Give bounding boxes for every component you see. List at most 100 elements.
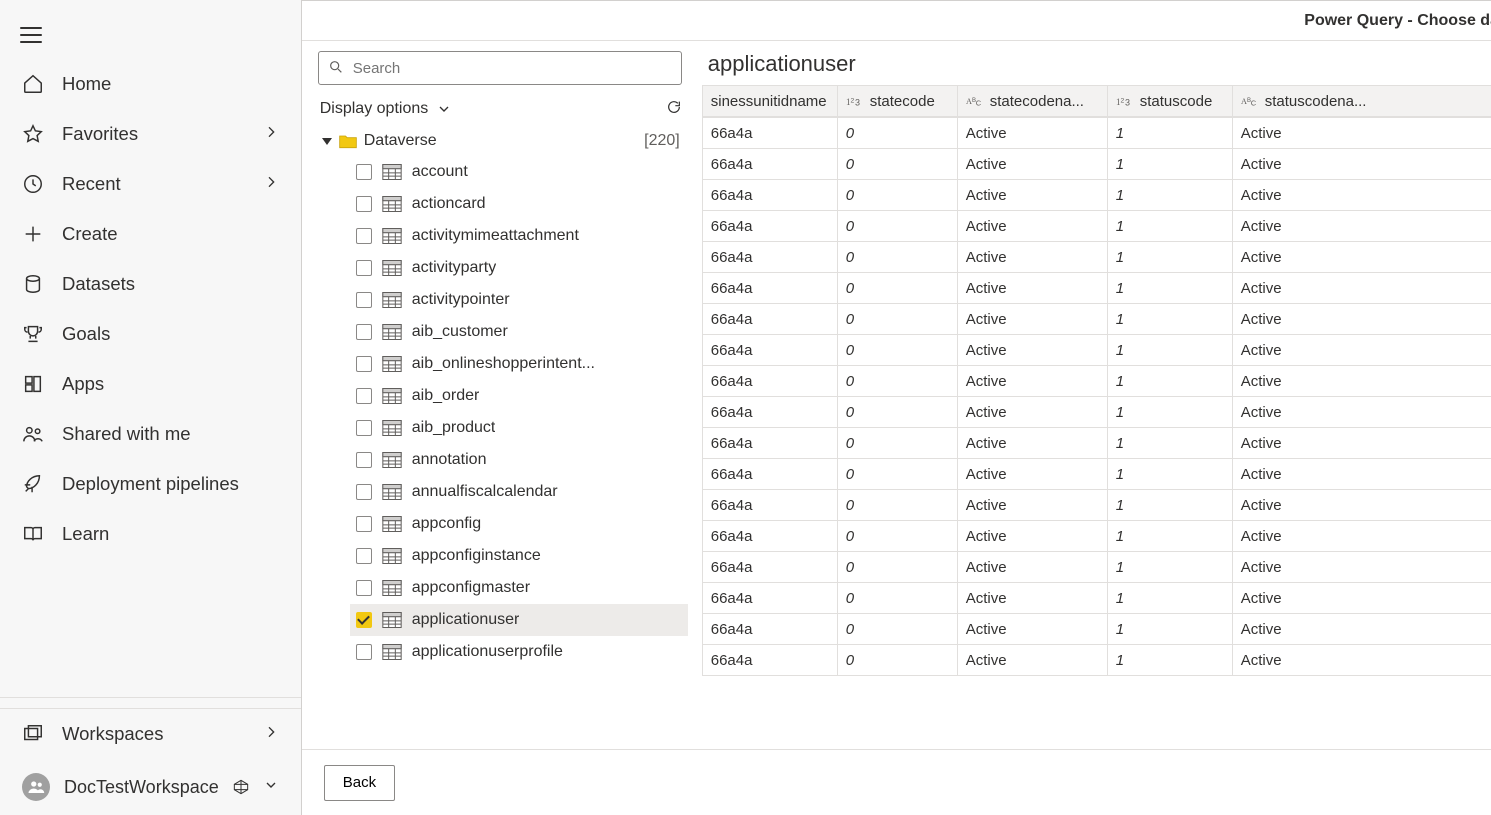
checkbox[interactable] [356,420,372,436]
hamburger-button[interactable] [0,0,301,53]
column-header[interactable]: statuscodena... [1232,86,1491,117]
expand-collapse-icon[interactable] [322,136,332,146]
sidebar-item-create[interactable]: Create [0,209,301,259]
preview-grid-body-scroll[interactable]: 66a4a0Active1Active66a4a0Active1Active66… [702,117,1491,731]
tree-item[interactable]: aib_order [350,380,688,412]
tree-item[interactable]: appconfig [350,508,688,540]
checkbox[interactable] [356,612,372,628]
tree-root[interactable]: Dataverse [220] [318,126,688,156]
table-row[interactable]: 66a4a0Active1Active [702,490,1491,521]
tree-item[interactable]: activitypointer [350,284,688,316]
table-row[interactable]: 66a4a0Active1Active [702,521,1491,552]
tree-item[interactable]: appconfigmaster [350,572,688,604]
search-icon [328,59,344,78]
cell: Active [1232,118,1491,149]
tree-root-label: Dataverse [364,132,437,150]
plus-icon [22,223,44,245]
column-header[interactable]: sinessunitidname [702,86,837,117]
checkbox[interactable] [356,356,372,372]
table-row[interactable]: 66a4a0Active1Active [702,552,1491,583]
column-header[interactable]: statuscode [1107,86,1232,117]
tree-item-label: appconfiginstance [412,547,541,565]
cell: 1 [1107,521,1232,552]
database-icon [22,273,44,295]
checkbox[interactable] [356,292,372,308]
checkbox[interactable] [356,324,372,340]
table-row[interactable]: 66a4a0Active1Active [702,583,1491,614]
nav: Home Favorites Recent Create Datasets Go… [0,53,301,687]
tree-item[interactable]: account [350,156,688,188]
rocket-icon [22,473,44,495]
checkbox[interactable] [356,452,372,468]
column-header[interactable]: statecodena... [957,86,1107,117]
table-row[interactable]: 66a4a0Active1Active [702,304,1491,335]
table-row[interactable]: 66a4a0Active1Active [702,149,1491,180]
checkbox[interactable] [356,260,372,276]
tree-item[interactable]: applicationuser [350,604,688,636]
table-icon [382,355,402,373]
checkbox[interactable] [356,228,372,244]
tree-item[interactable]: aib_product [350,412,688,444]
current-workspace[interactable]: DocTestWorkspace [0,759,301,815]
table-icon [382,515,402,533]
table-row[interactable]: 66a4a0Active1Active [702,397,1491,428]
table-row[interactable]: 66a4a0Active1Active [702,366,1491,397]
refresh-navigator-button[interactable] [666,99,682,118]
column-header[interactable]: statecode [837,86,957,117]
table-row[interactable]: 66a4a0Active1Active [702,273,1491,304]
column-header-label: statecode [870,93,935,110]
cell: Active [957,118,1107,149]
sidebar-item-goals[interactable]: Goals [0,309,301,359]
tree-item[interactable]: appconfiginstance [350,540,688,572]
cell: Active [1232,304,1491,335]
sidebar-item-workspaces[interactable]: Workspaces [0,709,301,759]
back-button[interactable]: Back [324,765,395,801]
tree-item[interactable]: aib_customer [350,316,688,348]
hamburger-icon [20,27,42,43]
tree-item[interactable]: applicationuserprofile [350,636,688,668]
tree-scroll[interactable]: Dataverse [220] account actioncard activ… [318,126,692,739]
sidebar-item-favorites[interactable]: Favorites [0,109,301,159]
table-row[interactable]: 66a4a0Active1Active [702,180,1491,211]
cell: Active [957,211,1107,242]
tree-item[interactable]: activityparty [350,252,688,284]
cell: 66a4a [702,366,837,397]
checkbox[interactable] [356,164,372,180]
table-row[interactable]: 66a4a0Active1Active [702,242,1491,273]
tree-item[interactable]: annotation [350,444,688,476]
cell: Active [957,180,1107,211]
horizontal-scrollbar[interactable] [702,731,1491,749]
cell: 0 [837,552,957,583]
tree-item[interactable]: annualfiscalcalendar [350,476,688,508]
table-row[interactable]: 66a4a0Active1Active [702,211,1491,242]
cell: 0 [837,366,957,397]
checkbox[interactable] [356,644,372,660]
table-row[interactable]: 66a4a0Active1Active [702,645,1491,676]
search-input[interactable] [318,51,682,85]
sidebar-item-home[interactable]: Home [0,59,301,109]
sidebar-item-learn[interactable]: Learn [0,509,301,559]
clock-icon [22,173,44,195]
sidebar-item-apps[interactable]: Apps [0,359,301,409]
sidebar-item-label: Home [62,73,111,95]
sidebar-item-deployment-pipelines[interactable]: Deployment pipelines [0,459,301,509]
checkbox[interactable] [356,516,372,532]
tree-item[interactable]: aib_onlineshopperintent... [350,348,688,380]
table-row[interactable]: 66a4a0Active1Active [702,459,1491,490]
cell: 66a4a [702,397,837,428]
table-row[interactable]: 66a4a0Active1Active [702,614,1491,645]
sidebar-item-datasets[interactable]: Datasets [0,259,301,309]
checkbox[interactable] [356,196,372,212]
sidebar-item-recent[interactable]: Recent [0,159,301,209]
tree-item[interactable]: actioncard [350,188,688,220]
table-row[interactable]: 66a4a0Active1Active [702,335,1491,366]
table-row[interactable]: 66a4a0Active1Active [702,428,1491,459]
tree-item[interactable]: activitymimeattachment [350,220,688,252]
checkbox[interactable] [356,484,372,500]
sidebar-item-shared-with-me[interactable]: Shared with me [0,409,301,459]
display-options-button[interactable]: Display options [320,100,429,118]
checkbox[interactable] [356,548,372,564]
checkbox[interactable] [356,580,372,596]
checkbox[interactable] [356,388,372,404]
table-row[interactable]: 66a4a0Active1Active [702,118,1491,149]
